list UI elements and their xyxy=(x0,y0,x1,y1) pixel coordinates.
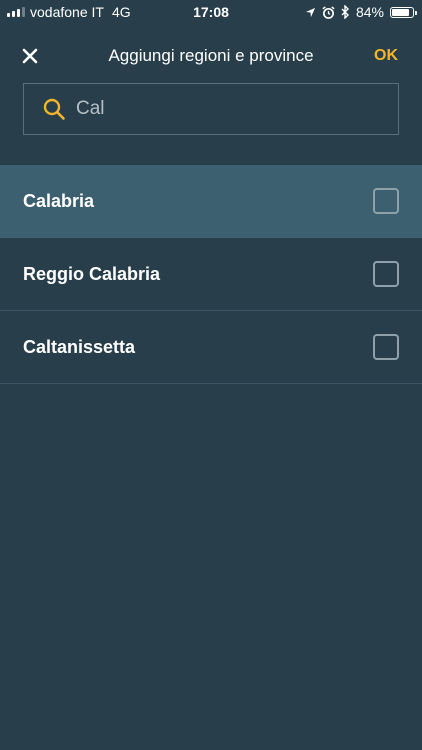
list-item[interactable]: Reggio Calabria xyxy=(0,238,422,311)
battery-level xyxy=(392,8,409,16)
list-item-label: Reggio Calabria xyxy=(23,263,161,284)
ok-button[interactable]: OK xyxy=(374,34,398,78)
bluetooth-icon xyxy=(341,5,350,19)
search-box[interactable] xyxy=(23,83,399,135)
nav-bar: Aggiungi regioni e province OK xyxy=(0,34,422,78)
search-input[interactable] xyxy=(76,98,376,120)
page-title: Aggiungi regioni e province xyxy=(108,46,314,65)
checkbox[interactable] xyxy=(373,334,399,360)
list-item[interactable]: Caltanissetta xyxy=(0,311,422,384)
battery-icon xyxy=(390,6,417,18)
checkbox[interactable] xyxy=(373,261,399,287)
battery-percent: 84% xyxy=(355,4,384,20)
location-arrow-icon xyxy=(305,7,316,18)
status-bar: vodafone IT 4G 17:08 84% xyxy=(0,0,422,24)
list-item[interactable]: Calabria xyxy=(0,165,422,238)
status-right: 84% xyxy=(305,0,417,24)
close-icon xyxy=(22,48,38,64)
search-icon xyxy=(41,96,67,122)
close-button[interactable] xyxy=(18,44,42,68)
checkbox[interactable] xyxy=(373,188,399,214)
results-list: Calabria Reggio Calabria Caltanissetta xyxy=(0,165,422,384)
list-item-label: Caltanissetta xyxy=(23,336,136,357)
alarm-icon xyxy=(322,5,335,19)
list-item-label: Calabria xyxy=(23,190,95,211)
